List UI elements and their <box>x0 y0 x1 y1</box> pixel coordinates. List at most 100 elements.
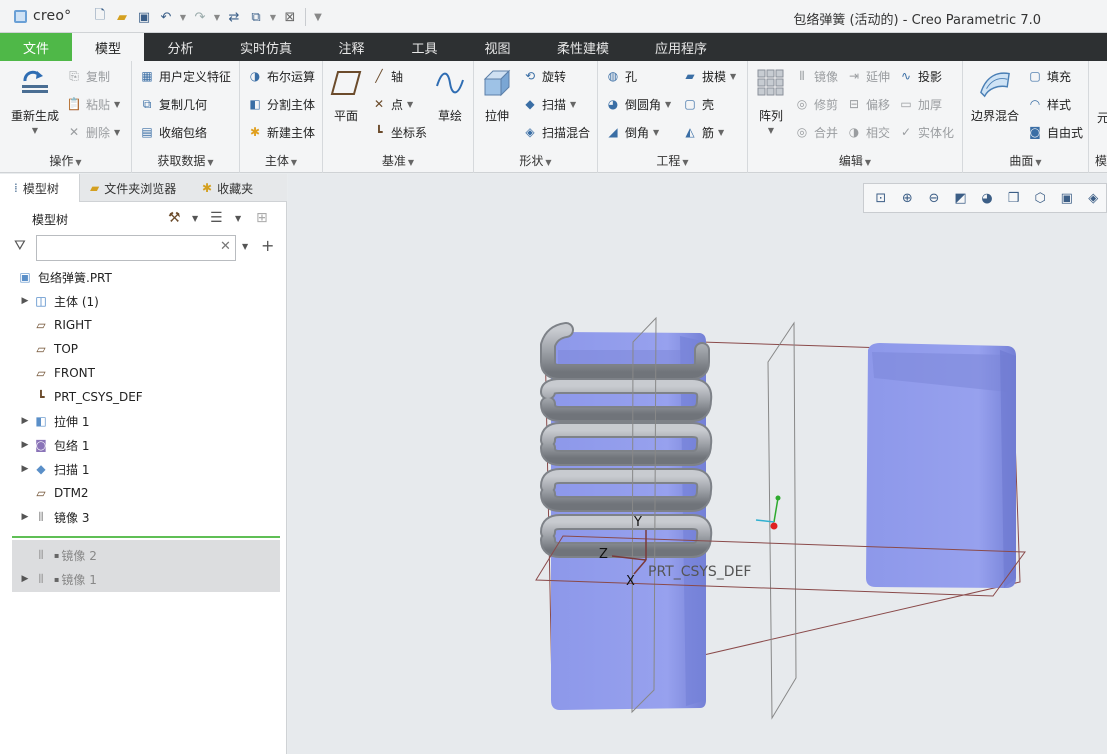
model-intent-label[interactable]: 元 <box>1097 109 1107 126</box>
shell-button[interactable]: ▢ 壳 <box>682 94 714 114</box>
filter-dropdown-icon[interactable]: ▼ <box>242 242 248 251</box>
copy-geometry-button[interactable]: ⧉ 复制几何 <box>139 94 207 114</box>
group-title-datum[interactable]: 基准 ▼ <box>323 152 473 169</box>
tree-item[interactable]: ▱ DTM2 <box>0 482 280 504</box>
tab-analysis[interactable]: 分析 <box>144 33 217 61</box>
windows-icon[interactable]: ⧉ <box>246 7 266 27</box>
windows-dropdown-icon[interactable]: ▼ <box>268 7 278 27</box>
expand-arrow-icon[interactable]: ▶ <box>18 512 32 522</box>
tree-item-suppressed[interactable]: ⫴ ▪ 镜像 2 <box>0 544 280 566</box>
extend-button[interactable]: ⇥ 延伸 <box>846 66 890 86</box>
project-button[interactable]: ∿ 投影 <box>898 66 942 86</box>
axis-button[interactable]: ╱ 轴 <box>371 66 403 86</box>
tree-search-input[interactable] <box>36 235 236 261</box>
csys-button[interactable]: ┗ 坐标系 <box>371 122 427 142</box>
group-title-model-intent[interactable]: 模 <box>1095 152 1107 169</box>
tree-item[interactable]: ▶ ◙ 包络 1 <box>0 434 280 456</box>
tree-item[interactable]: ▣ 包络弹簧.PRT <box>0 266 280 288</box>
customize-icon[interactable]: ▼ <box>311 7 325 27</box>
datum-plane-dtm2[interactable] <box>767 321 797 720</box>
tab-live-simulation[interactable]: 实时仿真 <box>217 33 315 61</box>
group-title-get-data[interactable]: 获取数据 ▼ <box>132 152 239 169</box>
tree-item[interactable]: ▶ ◫ 主体 (1) <box>0 290 280 312</box>
style-button[interactable]: ◠ 样式 <box>1027 94 1071 114</box>
tab-flexible-modeling[interactable]: 柔性建模 <box>534 33 632 61</box>
tree-item[interactable]: ▱ RIGHT <box>0 314 280 336</box>
tree-item[interactable]: ▶ ◧ 拉伸 1 <box>0 410 280 432</box>
tree-settings-dropdown-icon[interactable]: ▼ <box>192 214 198 223</box>
tab-model-tree[interactable]: ⁞ 模型树 <box>0 174 80 202</box>
intersect-button[interactable]: ◑ 相交 <box>846 122 890 142</box>
regenerate-button[interactable]: 重新生成 ▼ <box>8 65 62 135</box>
revolve-button[interactable]: ⟲ 旋转 <box>522 66 566 86</box>
tab-file[interactable]: 文件 <box>0 33 72 61</box>
boolean-button[interactable]: ◑ 布尔运算 <box>247 66 315 86</box>
expand-arrow-icon[interactable]: ▶ <box>18 416 32 426</box>
paste-button[interactable]: 📋 粘贴 ▼ <box>66 94 121 114</box>
new-icon[interactable]: 🗋 <box>90 7 110 27</box>
sweep-blend-button[interactable]: ◈ 扫描混合 <box>522 122 590 142</box>
group-title-operations[interactable]: 操作 ▼ <box>0 152 131 169</box>
trim-button[interactable]: ◎ 修剪 <box>794 94 838 114</box>
solidify-button[interactable]: ✓ 实体化 <box>898 122 954 142</box>
tab-view[interactable]: 视图 <box>461 33 534 61</box>
tree-item[interactable]: ┗ PRT_CSYS_DEF <box>0 386 280 408</box>
view-manager-icon[interactable]: ⬡ <box>1027 186 1053 210</box>
new-body-button[interactable]: ✱ 新建主体 <box>247 122 315 142</box>
saved-orientations-icon[interactable]: ❒ <box>1001 186 1027 210</box>
tree-item[interactable]: ▱ FRONT <box>0 362 280 384</box>
mirror-button[interactable]: ⫴ 镜像 <box>794 66 838 86</box>
tree-item-suppressed[interactable]: ▶ ⫴ ▪ 镜像 1 <box>0 568 280 590</box>
tree-item[interactable]: ▶ ⫴ 镜像 3 <box>0 506 280 528</box>
close-window-icon[interactable]: ⊠ <box>280 7 300 27</box>
sketch-button[interactable]: 草绘 <box>433 65 467 124</box>
expand-arrow-icon[interactable]: ▶ <box>18 440 32 450</box>
offset-button[interactable]: ⊟ 偏移 <box>846 94 890 114</box>
datum-display-icon[interactable]: ◈ <box>1081 186 1107 210</box>
display-style-icon[interactable]: ◕ <box>974 186 1000 210</box>
group-title-body[interactable]: 主体 ▼ <box>240 152 322 169</box>
freestyle-button[interactable]: ◙ 自由式 <box>1027 122 1083 142</box>
split-body-button[interactable]: ◧ 分割主体 <box>247 94 315 114</box>
group-title-surfaces[interactable]: 曲面 ▼ <box>963 152 1088 169</box>
group-title-editing[interactable]: 编辑 ▼ <box>748 152 962 169</box>
redo-icon[interactable]: ↷ <box>190 7 210 27</box>
tree-item[interactable]: ▱ TOP <box>0 338 280 360</box>
rib-button[interactable]: ◭ 筋 ▼ <box>682 122 724 142</box>
point-button[interactable]: ✕ 点 ▼ <box>371 94 413 114</box>
sweep-button[interactable]: ◆ 扫描 ▼ <box>522 94 576 114</box>
tab-applications[interactable]: 应用程序 <box>632 33 730 61</box>
merge-button[interactable]: ◎ 合并 <box>794 122 838 142</box>
thicken-button[interactable]: ▭ 加厚 <box>898 94 942 114</box>
chamfer-button[interactable]: ◢ 倒角 ▼ <box>605 122 659 142</box>
undo-icon[interactable]: ↶ <box>156 7 176 27</box>
round-button[interactable]: ◕ 倒圆角 ▼ <box>605 94 671 114</box>
expand-arrow-icon[interactable]: ▶ <box>18 464 32 474</box>
extrude-button[interactable]: 拉伸 <box>480 65 514 124</box>
tree-settings-icon[interactable]: ⚒ <box>168 210 181 226</box>
refit-icon[interactable]: ⊡ <box>868 186 894 210</box>
shrinkwrap-button[interactable]: ▤ 收缩包络 <box>139 122 207 142</box>
pattern-button[interactable]: 阵列 ▼ <box>754 65 788 135</box>
open-icon[interactable]: ▰ <box>112 7 132 27</box>
boundary-blend-button[interactable]: 边界混合 <box>967 65 1023 124</box>
repaint-icon[interactable]: ◩ <box>948 186 974 210</box>
tree-item[interactable]: ▶ ◆ 扫描 1 <box>0 458 280 480</box>
graphics-window[interactable]: Y Z X PRT_CSYS_DEF ⊡ ⊕ ⊖ ◩ ◕ ❒ ⬡ ▣ ◈ <box>288 174 1107 754</box>
insert-here-indicator[interactable] <box>12 536 280 538</box>
delete-button[interactable]: ✕ 删除 ▼ <box>66 122 120 142</box>
model-scene[interactable]: Y Z X PRT_CSYS_DEF <box>288 174 1107 754</box>
tree-columns-icon[interactable]: ☰ <box>210 210 223 226</box>
tab-model[interactable]: 模型 <box>72 33 144 61</box>
zoom-in-icon[interactable]: ⊕ <box>895 186 921 210</box>
save-icon[interactable]: ▣ <box>134 7 154 27</box>
regenerate-icon[interactable]: ⇄ <box>224 7 244 27</box>
fill-button[interactable]: ▢ 填充 <box>1027 66 1071 86</box>
redo-dropdown-icon[interactable]: ▼ <box>212 7 222 27</box>
hole-button[interactable]: ◍ 孔 <box>605 66 637 86</box>
tab-folder-browser[interactable]: ▰ 文件夹浏览器 <box>80 174 192 202</box>
tree-show-icon[interactable]: ⊞ <box>256 210 268 226</box>
undo-dropdown-icon[interactable]: ▼ <box>178 7 188 27</box>
tab-tools[interactable]: 工具 <box>388 33 461 61</box>
zoom-out-icon[interactable]: ⊖ <box>921 186 947 210</box>
